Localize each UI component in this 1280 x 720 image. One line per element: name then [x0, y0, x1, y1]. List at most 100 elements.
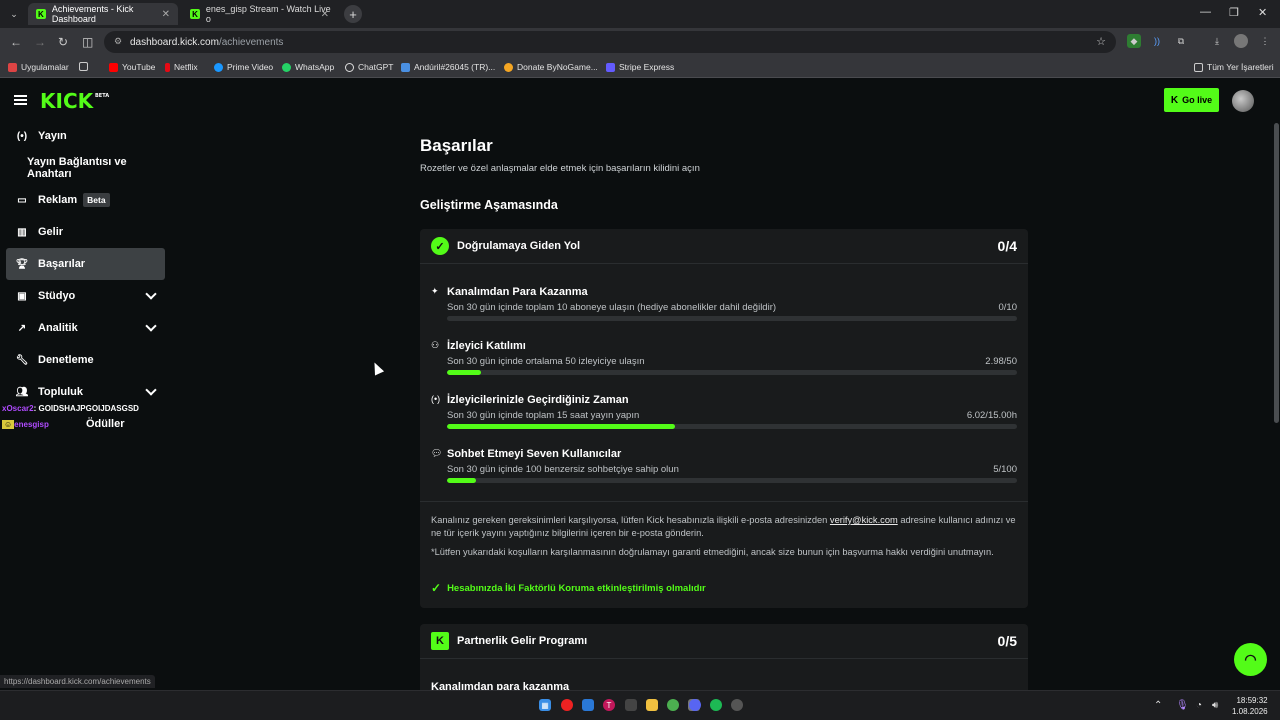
back-icon[interactable]: ←	[10, 35, 22, 49]
kick-header: KICK BETA K Go live	[0, 78, 1280, 123]
sidebar-item-yayin[interactable]: (•) Yayın	[6, 120, 165, 152]
minimize-icon[interactable]: —	[1200, 6, 1211, 18]
headset-icon: ◠	[1244, 651, 1257, 667]
whatsapp-icon	[282, 62, 291, 72]
bookmark-youtube[interactable]: YouTube	[109, 62, 155, 72]
clock-time: 18:59:32	[1236, 696, 1268, 705]
discord-icon[interactable]	[689, 699, 701, 711]
kick-k-icon: K	[1170, 94, 1179, 106]
tab-achievements[interactable]: K Achievements - Kick Dashboard ✕	[28, 3, 178, 25]
youtube-icon	[109, 62, 118, 72]
sidebar-item-basarilar[interactable]: 🏆︎ Başarılar	[6, 248, 165, 280]
close-window-icon[interactable]: ✕	[1258, 6, 1267, 19]
progress-bar	[447, 478, 1017, 483]
stripe-icon	[606, 62, 615, 72]
wrench-icon: 🔧︎	[15, 354, 29, 366]
logo-beta-badge: BETA	[95, 93, 110, 99]
goal-description: Son 30 gün içinde toplam 10 aboneye ulaş…	[447, 302, 777, 313]
goal-title: İzleyici Katılımı	[447, 340, 526, 352]
chrome-icon[interactable]	[667, 699, 679, 711]
address-input[interactable]: ⚙ dashboard.kick.com/achievements ☆	[104, 31, 1116, 53]
reload-icon[interactable]: ↻	[58, 35, 68, 49]
chevron-down-icon	[145, 384, 157, 396]
chat-emote-icon: ☺	[2, 420, 15, 429]
maximize-icon[interactable]: ❐	[1229, 6, 1239, 19]
clock[interactable]: 18:59:32 1.08.2026	[1232, 695, 1268, 717]
tab-search-icon[interactable]: ⌄	[6, 6, 22, 22]
close-tab-icon[interactable]: ✕	[162, 9, 170, 20]
url-host: dashboard.kick.com	[130, 36, 219, 48]
bookmark-donate[interactable]: Donate ByNoGame...	[504, 62, 598, 72]
steam-icon[interactable]	[731, 699, 743, 711]
chat-icon: 💬︎	[431, 448, 443, 458]
scrollbar[interactable]	[1274, 123, 1279, 423]
grid-icon	[79, 62, 88, 71]
card-title: Partnerlik Gelir Programı	[457, 635, 588, 647]
app-dark-icon[interactable]	[625, 699, 637, 711]
apps-grid-icon	[8, 62, 17, 72]
extension-audio-icon[interactable]: ))	[1150, 34, 1164, 48]
avatar[interactable]	[1232, 90, 1254, 112]
sidebar-item-gelir[interactable]: ▥ Gelir	[6, 216, 165, 248]
help-button[interactable]: ◠	[1234, 643, 1267, 676]
disclaimer-note: *Lütfen yukarıdaki koşulların karşılanma…	[431, 547, 994, 557]
beta-badge: Beta	[83, 193, 110, 207]
wifi-icon[interactable]: ◔	[1196, 700, 1202, 711]
card-header[interactable]: ✓ Doğrulamaya Giden Yol 0/4	[420, 229, 1028, 264]
bookmark-grid[interactable]	[79, 62, 92, 71]
chevron-down-icon	[145, 288, 157, 300]
new-tab-button[interactable]: +	[344, 5, 362, 23]
bookmark-whatsapp[interactable]: WhatsApp	[282, 62, 334, 72]
volume-icon[interactable]: 🔊︎	[1212, 700, 1218, 711]
site-info-icon[interactable]: ⚙	[114, 36, 122, 47]
goal-description: Son 30 gün içinde toplam 15 saat yayın y…	[447, 410, 640, 421]
menu-icon[interactable]	[14, 95, 27, 105]
chatgpt-icon	[345, 62, 354, 72]
bookmark-apps[interactable]: Uygulamalar	[8, 62, 69, 72]
go-live-button[interactable]: K Go live	[1164, 88, 1219, 112]
kick-logo[interactable]: KICK BETA	[40, 89, 109, 113]
sidebar: (•) Yayın Yayın Bağlantısı ve Anahtarı ▭ R…	[0, 123, 172, 683]
card-header[interactable]: K Partnerlik Gelir Programı 0/5	[420, 624, 1028, 659]
progress-bar	[447, 316, 1017, 321]
browser-menu-icon[interactable]: ⋮	[1258, 34, 1272, 48]
viewers-icon: ⚇	[431, 340, 440, 350]
profile-icon[interactable]	[1234, 34, 1248, 48]
sidebar-item-analitik[interactable]: ↗ Analitik	[6, 312, 165, 344]
close-tab-icon[interactable]: ✕	[321, 9, 329, 20]
card-title: Doğrulamaya Giden Yol	[457, 240, 581, 252]
microphone-icon[interactable]: 🎙︎	[1176, 700, 1189, 711]
app-red-icon[interactable]	[561, 699, 573, 711]
sidebar-item-reklam[interactable]: ▭ Reklam Beta	[6, 184, 165, 216]
sidebar-item-stream-key[interactable]: Yayın Bağlantısı ve Anahtarı	[6, 152, 165, 184]
app-blue-icon[interactable]	[582, 699, 594, 711]
extension-shield-icon[interactable]: ◆	[1127, 34, 1141, 48]
bookmark-anduril[interactable]: Andúril#26045 (TR)...	[401, 62, 495, 72]
bookmark-chatgpt[interactable]: ChatGPT	[345, 62, 393, 72]
bookmark-star-icon[interactable]: ☆	[1096, 35, 1106, 48]
chat-username: enesgisp	[14, 420, 49, 429]
sidebar-item-denetleme[interactable]: 🔧︎ Denetleme	[6, 344, 165, 376]
tray-chevron-icon[interactable]: ⌃	[1154, 700, 1162, 711]
page-subtitle: Rozetler ve özel anlaşmalar elde etmek i…	[420, 163, 700, 174]
spotify-icon[interactable]	[710, 699, 722, 711]
sidebar-item-studyo[interactable]: ▣ Stüdyo	[6, 280, 165, 312]
all-bookmarks[interactable]: Tüm Yer İşaretleri	[1194, 62, 1274, 72]
goal-title: Kanalımdan Para Kazanma	[447, 286, 588, 298]
achievement-card-verification: ✓ Doğrulamaya Giden Yol 0/4 ✦ Kanalımdan…	[420, 229, 1028, 608]
verification-note: Kanalınız gereken gereksinimleri karşılı…	[431, 515, 1016, 538]
bookmark-netflix[interactable]: Netflix	[165, 62, 198, 72]
split-view-icon[interactable]: ◫	[82, 35, 93, 49]
community-icon: 👥︎	[15, 386, 29, 398]
check-icon: ✓	[431, 581, 442, 595]
bookmark-prime[interactable]: Prime Video	[214, 62, 273, 72]
forward-icon[interactable]: →	[34, 35, 46, 49]
download-icon[interactable]: ⤓	[1210, 34, 1224, 48]
extensions-puzzle-icon[interactable]: ⧉	[1174, 34, 1188, 48]
folder-icon[interactable]	[646, 699, 658, 711]
verify-email-link[interactable]: verify@kick.com	[830, 515, 898, 525]
tab-stream[interactable]: K enes_gisp Stream - Watch Live o ✕	[182, 3, 337, 25]
start-icon[interactable]: ▦	[539, 699, 551, 711]
app-t-icon[interactable]: T	[603, 699, 615, 711]
bookmark-stripe[interactable]: Stripe Express	[606, 62, 674, 72]
